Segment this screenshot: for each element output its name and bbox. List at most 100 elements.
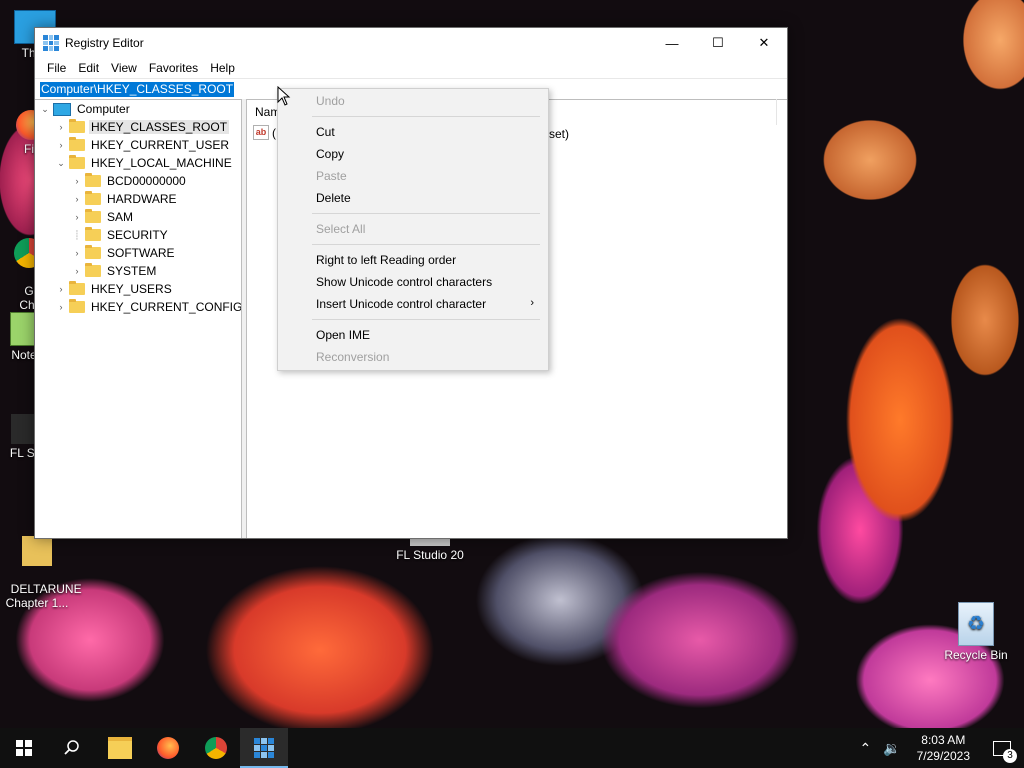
chrome-icon xyxy=(205,737,227,759)
tree-node-label: HKEY_CLASSES_ROOT xyxy=(89,120,230,134)
tree-node-sam[interactable]: › SAM xyxy=(71,208,135,226)
tree-node-software[interactable]: › SOFTWARE xyxy=(71,244,177,262)
string-value-icon: ab xyxy=(253,125,269,140)
taskbar: ⌃ 🔉 8:03 AM 7/29/2023 3 xyxy=(0,728,1024,768)
tree-node-label: HKEY_USERS xyxy=(91,282,172,296)
tree-node-label: SOFTWARE xyxy=(107,246,175,260)
folder-icon xyxy=(85,209,101,223)
desktop-icon-label: Recycle Bin xyxy=(944,648,1008,662)
clock-time: 8:03 AM xyxy=(921,733,966,747)
chevron-right-icon[interactable]: › xyxy=(55,283,67,295)
folder-icon xyxy=(85,173,101,187)
folder-icon xyxy=(69,137,85,151)
chevron-down-icon[interactable]: ⌄ xyxy=(55,157,67,169)
tree-node-bcd[interactable]: › BCD00000000 xyxy=(71,172,188,190)
key-tree[interactable]: ⌄ Computer › HKEY_CLASSES_ROOT › HKEY_CU… xyxy=(35,99,242,538)
chevron-down-icon[interactable]: ⌄ xyxy=(39,103,51,115)
desktop-icon-recycle-bin[interactable]: ♻ Recycle Bin xyxy=(942,602,1010,662)
search-button[interactable] xyxy=(48,728,96,768)
chevron-right-icon[interactable]: › xyxy=(55,301,67,313)
clock-date: 7/29/2023 xyxy=(916,749,970,763)
tree-node-label: Computer xyxy=(77,102,130,116)
chevron-right-icon[interactable]: › xyxy=(71,247,83,259)
menu-item-cut[interactable]: Cut xyxy=(316,121,335,143)
menu-bar: File Edit View Favorites Help xyxy=(35,58,787,78)
firefox-icon xyxy=(157,737,179,759)
chevron-up-icon[interactable]: ⌃ xyxy=(859,740,871,757)
menu-item-paste[interactable]: Paste xyxy=(316,165,347,187)
chevron-right-icon[interactable]: › xyxy=(71,211,83,223)
menu-item-rtl-reading-order[interactable]: Right to left Reading order xyxy=(316,249,456,271)
desktop-icon-label: Note xyxy=(11,348,37,362)
folder-icon xyxy=(69,119,85,133)
tree-node-hkey-local-machine[interactable]: ⌄ HKEY_LOCAL_MACHINE xyxy=(55,154,234,172)
tree-node-hkey-current-user[interactable]: › HKEY_CURRENT_USER xyxy=(55,136,231,154)
menu-item-delete[interactable]: Delete xyxy=(316,187,351,209)
folder-icon xyxy=(85,245,101,259)
recycle-bin-icon: ♻ xyxy=(958,602,994,646)
tree-node-hkey-current-config[interactable]: › HKEY_CURRENT_CONFIG xyxy=(55,298,242,316)
clock[interactable]: 8:03 AM 7/29/2023 xyxy=(917,732,970,764)
taskbar-firefox[interactable] xyxy=(144,728,192,768)
window-title: Registry Editor xyxy=(65,36,144,50)
taskbar-chrome[interactable] xyxy=(192,728,240,768)
close-button[interactable]: ✕ xyxy=(741,28,787,58)
tree-node-label: HKEY_CURRENT_CONFIG xyxy=(91,300,242,314)
menu-item-select-all[interactable]: Select All xyxy=(316,218,365,240)
menu-help[interactable]: Help xyxy=(204,61,241,75)
tree-node-system[interactable]: › SYSTEM xyxy=(71,262,158,280)
tree-node-label: HKEY_LOCAL_MACHINE xyxy=(91,156,232,170)
taskbar-file-explorer[interactable] xyxy=(96,728,144,768)
tree-node-label: SECURITY xyxy=(107,228,168,242)
column-divider[interactable] xyxy=(776,99,777,125)
tree-node-hkey-users[interactable]: › HKEY_USERS xyxy=(55,280,174,298)
chevron-right-icon[interactable]: › xyxy=(55,139,67,151)
menu-edit[interactable]: Edit xyxy=(72,61,105,75)
menu-view[interactable]: View xyxy=(105,61,143,75)
chevron-right-icon[interactable]: › xyxy=(55,121,67,133)
tree-node-label: SAM xyxy=(107,210,134,224)
tree-node-label: SYSTEM xyxy=(107,264,157,278)
desktop-icon-label: DELTARUNE Chapter 1... xyxy=(5,582,82,610)
menu-item-reconversion[interactable]: Reconversion xyxy=(316,346,389,368)
folder-icon xyxy=(85,263,101,277)
tree-node-computer[interactable]: ⌄ Computer xyxy=(39,100,132,118)
maximize-button[interactable]: ☐ xyxy=(695,28,741,58)
windows-logo-icon xyxy=(16,740,32,756)
chevron-right-icon[interactable]: › xyxy=(71,175,83,187)
minimize-button[interactable]: — xyxy=(649,28,695,58)
folder-icon xyxy=(69,281,85,295)
notifications-button[interactable]: 3 xyxy=(980,728,1024,768)
tree-node-security[interactable]: ┊ SECURITY xyxy=(71,226,170,244)
menu-separator xyxy=(312,244,540,245)
file-explorer-icon xyxy=(108,737,132,759)
folder-icon xyxy=(85,227,101,241)
menu-item-undo[interactable]: Undo xyxy=(316,90,345,112)
volume-icon[interactable]: 🔉 xyxy=(883,740,900,757)
menu-file[interactable]: File xyxy=(41,61,72,75)
menu-favorites[interactable]: Favorites xyxy=(143,61,204,75)
menu-item-insert-unicode[interactable]: Insert Unicode control character xyxy=(316,293,486,315)
start-button[interactable] xyxy=(0,728,48,768)
menu-separator xyxy=(312,116,540,117)
tree-node-label: HKEY_CURRENT_USER xyxy=(91,138,230,152)
tree-node-hardware[interactable]: › HARDWARE xyxy=(71,190,179,208)
menu-item-copy[interactable]: Copy xyxy=(316,143,344,165)
context-menu: Undo Cut Copy Paste Delete Select All Ri… xyxy=(277,88,549,371)
computer-icon xyxy=(53,102,71,116)
tree-node-label: BCD00000000 xyxy=(107,174,186,188)
tree-node-hkey-classes-root[interactable]: › HKEY_CLASSES_ROOT xyxy=(55,118,230,136)
notification-count-badge: 3 xyxy=(1003,749,1017,763)
search-icon xyxy=(64,740,79,755)
chevron-right-icon[interactable]: › xyxy=(71,265,83,277)
taskbar-registry-editor[interactable] xyxy=(240,728,288,768)
chevron-right-icon[interactable]: › xyxy=(71,193,83,205)
desktop-icon-label: FL Studio 20 xyxy=(396,548,464,562)
title-bar[interactable]: Registry Editor — ☐ ✕ xyxy=(35,28,787,58)
menu-item-show-unicode[interactable]: Show Unicode control characters xyxy=(316,271,492,293)
folder-icon xyxy=(22,536,52,566)
tree-connector: ┊ xyxy=(74,229,80,240)
menu-separator xyxy=(312,213,540,214)
menu-item-open-ime[interactable]: Open IME xyxy=(316,324,370,346)
address-text-selected[interactable]: Computer\HKEY_CLASSES_ROOT xyxy=(40,81,235,97)
